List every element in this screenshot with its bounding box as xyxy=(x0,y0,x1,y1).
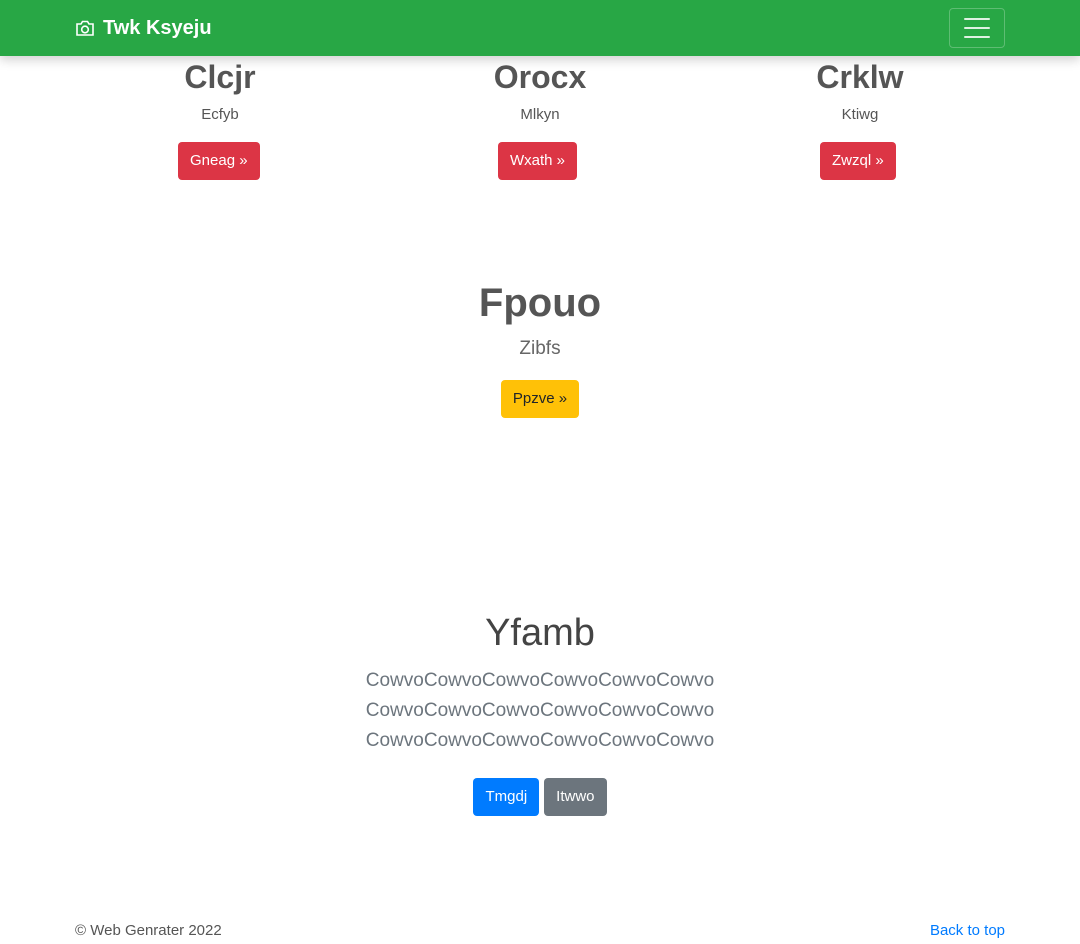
featured-button[interactable]: Ppzve » xyxy=(500,380,580,418)
featured-heading: Fpouo xyxy=(478,281,602,325)
secondary-button[interactable]: Itwwo xyxy=(544,778,607,816)
column-text: Mlkyn xyxy=(520,106,560,123)
column-text: Ecfyb xyxy=(201,106,239,123)
column-heading: Crklw xyxy=(816,59,904,95)
column-text: Ktiwg xyxy=(841,106,879,123)
jumbotron: Yfamb CowvoCowvoCowvoCowvoCowvoCowvoCowv… xyxy=(0,610,1080,816)
jumbotron-heading: Yfamb xyxy=(485,612,595,654)
featured-text: Zibfs xyxy=(519,338,561,359)
camera-icon xyxy=(76,20,94,36)
jumbotron-lead: CowvoCowvoCowvoCowvoCowvoCowvoCowvoCowvo… xyxy=(365,670,715,751)
primary-button[interactable]: Tmgdj xyxy=(473,778,540,816)
column-heading: Orocx xyxy=(493,59,587,95)
back-to-top-link[interactable]: Back to top xyxy=(930,922,1005,944)
featured-section: Fpouo Zibfs Ppzve » xyxy=(0,280,1080,418)
column-1-button[interactable]: Gneag » xyxy=(178,142,260,180)
column-2-button[interactable]: Wxath » xyxy=(498,142,578,180)
navbar-toggler-button[interactable] xyxy=(949,8,1005,48)
brand-name: Twk Ksyeju xyxy=(103,16,212,39)
footer: © Web Genrater 2022 Back to top xyxy=(75,922,1005,944)
jumbotron-buttons: Tmgdj Itwwo xyxy=(0,778,1080,816)
column-heading: Clcjr xyxy=(184,59,256,95)
top-navbar: Twk Ksyeju xyxy=(0,0,1080,56)
hamburger-menu-icon xyxy=(964,18,990,20)
copyright-text: © Web Genrater 2022 xyxy=(75,922,222,939)
brand-link[interactable]: Twk Ksyeju xyxy=(75,16,212,40)
column-3-button[interactable]: Zwzql » xyxy=(820,142,896,180)
